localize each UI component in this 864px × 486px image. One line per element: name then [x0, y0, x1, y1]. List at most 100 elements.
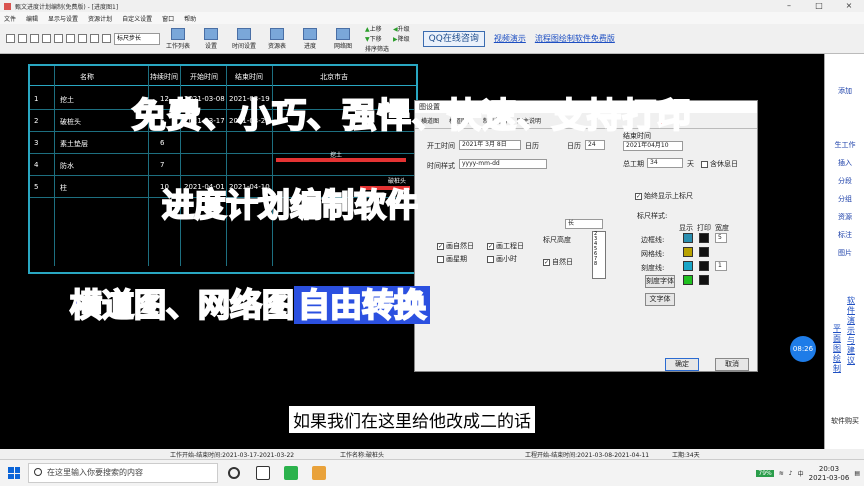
video-demo-link[interactable]: 视频演示: [494, 33, 526, 44]
menu-custom[interactable]: 自定义设置: [122, 14, 152, 23]
extra-show-swatch[interactable]: [683, 275, 693, 285]
natural-day-ruler-checkbox[interactable]: ✓ 自然日: [543, 257, 573, 267]
ime-indicator[interactable]: 中: [798, 469, 804, 478]
convert-part-b: 自由转换: [294, 285, 431, 325]
settings-button[interactable]: 设置: [196, 27, 226, 50]
zoom-icon[interactable]: [78, 34, 87, 43]
work-day-checkbox[interactable]: ✓ 画工程日: [487, 241, 524, 251]
time-style-select[interactable]: yyyy-mm-dd: [459, 159, 547, 169]
hours-input[interactable]: 24: [585, 140, 605, 150]
fit-icon[interactable]: [90, 34, 99, 43]
cancel-button[interactable]: 取消: [715, 358, 749, 371]
menu-display[interactable]: 显示与设置: [48, 14, 78, 23]
menu-resource[interactable]: 资源计划: [88, 14, 112, 23]
flowchart-link[interactable]: 流程图绘制软件免费版: [535, 33, 615, 44]
total-days-input[interactable]: 34: [647, 158, 683, 168]
holiday-checkbox[interactable]: 含休息日: [701, 159, 738, 169]
minimize-icon[interactable]: –: [774, 0, 804, 12]
add-button[interactable]: 添加: [825, 86, 864, 96]
volume-icon[interactable]: ♪: [789, 470, 793, 477]
promote-button[interactable]: ◀升级: [393, 24, 410, 33]
time-settings-button[interactable]: 时间设置: [229, 27, 259, 50]
layout-icon[interactable]: [102, 34, 111, 43]
status-work-time: 工作开始-结束时间:2021-03-17-2021-03-22: [170, 452, 295, 459]
progress-icon: [303, 27, 317, 40]
new-work-button[interactable]: 生工作: [825, 140, 864, 150]
end-date-input[interactable]: 2021年04月10: [623, 141, 683, 151]
start-date-input[interactable]: 2021年 3月 8日: [459, 140, 521, 150]
new-icon[interactable]: [6, 34, 15, 43]
wechat-icon[interactable]: [284, 466, 298, 480]
insert-button[interactable]: 插入: [825, 158, 864, 168]
annotate-button[interactable]: 标注: [825, 230, 864, 240]
close-icon[interactable]: ×: [834, 0, 864, 12]
taskbar-search-input[interactable]: 在这里输入你要搜索的内容: [28, 463, 218, 483]
ok-button[interactable]: 确定: [665, 358, 699, 371]
resource-table-label: 资源表: [267, 42, 286, 50]
windows-start-icon[interactable]: [8, 467, 20, 479]
edge-width-input[interactable]: 5: [715, 233, 727, 243]
cortana-icon[interactable]: [228, 467, 240, 479]
text-font-button[interactable]: 文字体: [645, 293, 675, 306]
plan-drawing-link[interactable]: 平面图绘制: [833, 324, 841, 374]
hour-checkbox[interactable]: 画小时: [487, 254, 517, 264]
natural-day-checkbox[interactable]: ✓ 画自然日: [437, 241, 474, 251]
start-label: 开工时间: [427, 142, 455, 150]
redo-icon[interactable]: [66, 34, 75, 43]
menu-file[interactable]: 文件: [4, 14, 16, 23]
edge-print-swatch[interactable]: [699, 233, 709, 243]
settings-label: 设置: [204, 42, 217, 50]
dropdown-option[interactable]: 8: [594, 262, 605, 267]
scale-width-input[interactable]: 1: [715, 261, 727, 271]
grid-line-label: 网格线:: [641, 250, 665, 258]
row-name: 防水: [60, 162, 74, 170]
resource-button[interactable]: 资源: [825, 212, 864, 222]
print-icon[interactable]: [42, 34, 51, 43]
demote-button[interactable]: ▶降级: [393, 34, 410, 43]
menu-window[interactable]: 窗口: [162, 14, 174, 23]
undo-icon[interactable]: [54, 34, 63, 43]
group-button[interactable]: 分组: [825, 194, 864, 204]
calendar-label: 日历: [525, 142, 539, 150]
show-ruler-checkbox[interactable]: ✓ 始终显示上标尺: [635, 191, 693, 201]
battery-indicator[interactable]: 79%: [756, 470, 774, 477]
edge-show-swatch[interactable]: [683, 233, 693, 243]
row-duration: 7: [160, 161, 165, 169]
grid-print-swatch[interactable]: [699, 247, 709, 257]
qq-consult-button[interactable]: QQ在线咨询: [422, 30, 485, 47]
segment-button[interactable]: 分段: [825, 176, 864, 186]
resource-table-button[interactable]: 资源表: [262, 27, 292, 50]
extra-print-swatch[interactable]: [699, 275, 709, 285]
col-show: 显示: [679, 224, 693, 232]
menu-edit[interactable]: 编辑: [26, 14, 38, 23]
ruler-height-dropdown[interactable]: 2 3 4 5 6 7 8: [592, 231, 606, 279]
scale-print-swatch[interactable]: [699, 261, 709, 271]
sort-filter-button[interactable]: 排序筛选: [365, 44, 389, 53]
work-list-button[interactable]: 工作列表: [163, 27, 193, 50]
ruler-step-select[interactable]: 标尺步长: [114, 32, 160, 45]
open-icon[interactable]: [18, 34, 27, 43]
week-checkbox[interactable]: 画星期: [437, 254, 467, 264]
menu-help[interactable]: 帮助: [184, 14, 196, 23]
row-id: 4: [34, 161, 39, 169]
save-icon[interactable]: [30, 34, 39, 43]
taskbar-clock[interactable]: 20:03 2021-03-06: [809, 465, 850, 483]
move-up-button[interactable]: ▲上移: [365, 24, 389, 33]
maximize-icon[interactable]: □: [804, 0, 834, 12]
scale-font-button[interactable]: 刻度字体: [645, 275, 675, 288]
image-button[interactable]: 图片: [825, 248, 864, 258]
notification-icon[interactable]: ▤: [854, 470, 860, 477]
row-name: 柱: [60, 184, 67, 192]
progress-button[interactable]: 进度: [295, 27, 325, 50]
buy-link[interactable]: 软件购买: [825, 416, 864, 426]
checkbox-icon: [701, 160, 708, 168]
move-down-button[interactable]: ▼下移: [365, 34, 389, 43]
ruler-height-select[interactable]: 长: [565, 219, 603, 229]
grid-show-swatch[interactable]: [683, 247, 693, 257]
file-explorer-icon[interactable]: [312, 466, 326, 480]
demo-suggest-link[interactable]: 软件演示与建议: [847, 296, 855, 366]
task-view-icon[interactable]: [256, 466, 270, 480]
wifi-icon[interactable]: ≋: [779, 470, 784, 477]
scale-show-swatch[interactable]: [683, 261, 693, 271]
network-button[interactable]: 网络图: [328, 27, 358, 50]
